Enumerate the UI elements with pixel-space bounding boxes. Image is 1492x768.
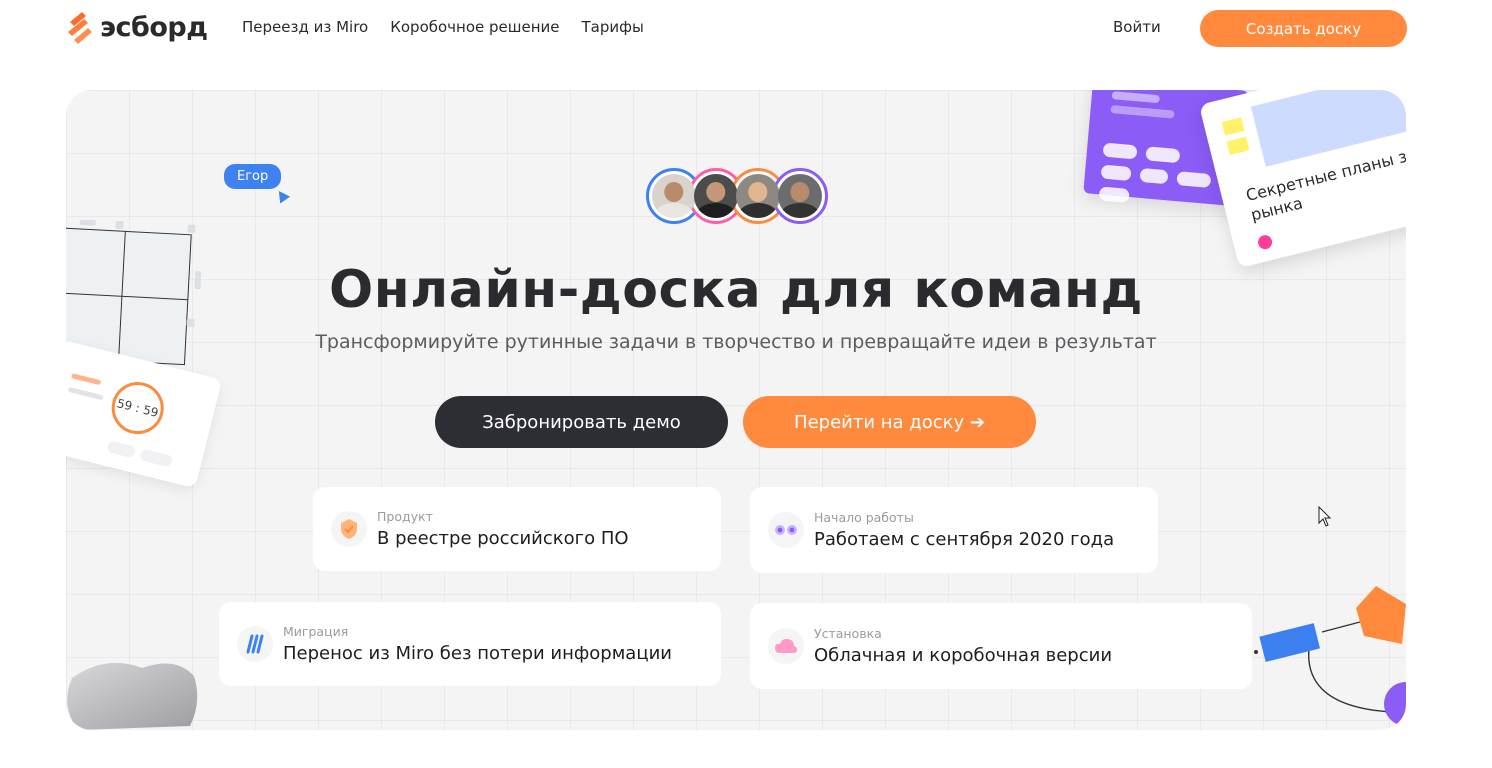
user-cursor-tag: Егор xyxy=(224,164,282,189)
main-nav: Переезд из Miro Коробочное решение Тариф… xyxy=(242,18,644,36)
avatar xyxy=(772,168,828,224)
feature-value: В реестре российского ПО xyxy=(377,528,629,549)
cloud-icon xyxy=(768,628,804,664)
hero-section: Егор 59 : 59 Секретные планы за рынка Он… xyxy=(66,90,1406,730)
logo[interactable]: эсборд xyxy=(66,10,208,44)
feature-card-migration: Миграция Перенос из Miro без потери инфо… xyxy=(219,602,721,686)
pointer-arrow-icon xyxy=(273,187,291,204)
timer-chip xyxy=(106,440,137,459)
nav-link-pricing[interactable]: Тарифы xyxy=(582,18,644,36)
note-author-avatar xyxy=(1256,233,1274,251)
mouse-cursor-icon xyxy=(1318,506,1332,527)
logo-text: эсборд xyxy=(100,11,208,43)
feature-value: Перенос из Miro без потери информации xyxy=(283,643,672,664)
eyes-icon xyxy=(768,512,804,548)
note-card-deco: Секретные планы за рынка xyxy=(1198,90,1406,269)
feature-label: Начало работы xyxy=(814,510,914,525)
diagram-shapes-deco xyxy=(1254,586,1406,726)
nav-link-migrate[interactable]: Переезд из Miro xyxy=(242,18,368,36)
feature-label: Миграция xyxy=(283,624,349,639)
timer-line xyxy=(70,373,102,386)
page-title: Онлайн-доска для команд xyxy=(329,260,1143,320)
team-avatars xyxy=(646,168,828,224)
logo-icon xyxy=(68,12,92,44)
feature-card-start: Начало работы Работаем с сентября 2020 г… xyxy=(750,487,1158,573)
feature-value: Облачная и коробочная версии xyxy=(814,645,1113,666)
feature-card-product: Продукт В реестре российского ПО xyxy=(313,487,721,571)
go-to-board-button[interactable]: Перейти на доску ➔ xyxy=(743,396,1036,448)
login-link[interactable]: Войти xyxy=(1113,18,1161,36)
create-board-button[interactable]: Создать доску xyxy=(1200,10,1407,47)
feature-label: Установка xyxy=(814,626,882,641)
timer-chip xyxy=(139,448,174,468)
shield-icon xyxy=(331,511,367,547)
timer-display: 59 : 59 xyxy=(106,376,170,440)
nav-link-onprem[interactable]: Коробочное решение xyxy=(390,18,559,36)
timer-line xyxy=(67,386,104,401)
site-header: эсборд Переезд из Miro Коробочное решени… xyxy=(0,0,1492,56)
feature-label: Продукт xyxy=(377,509,433,524)
book-demo-button[interactable]: Забронировать демо xyxy=(435,396,728,448)
page-subtitle: Трансформируйте рутинные задачи в творче… xyxy=(315,331,1157,353)
feature-value: Работаем с сентября 2020 года xyxy=(814,529,1115,550)
miro-icon xyxy=(237,626,273,662)
cloud-shape-deco xyxy=(67,662,198,730)
feature-card-install: Установка Облачная и коробочная версии xyxy=(750,603,1252,689)
